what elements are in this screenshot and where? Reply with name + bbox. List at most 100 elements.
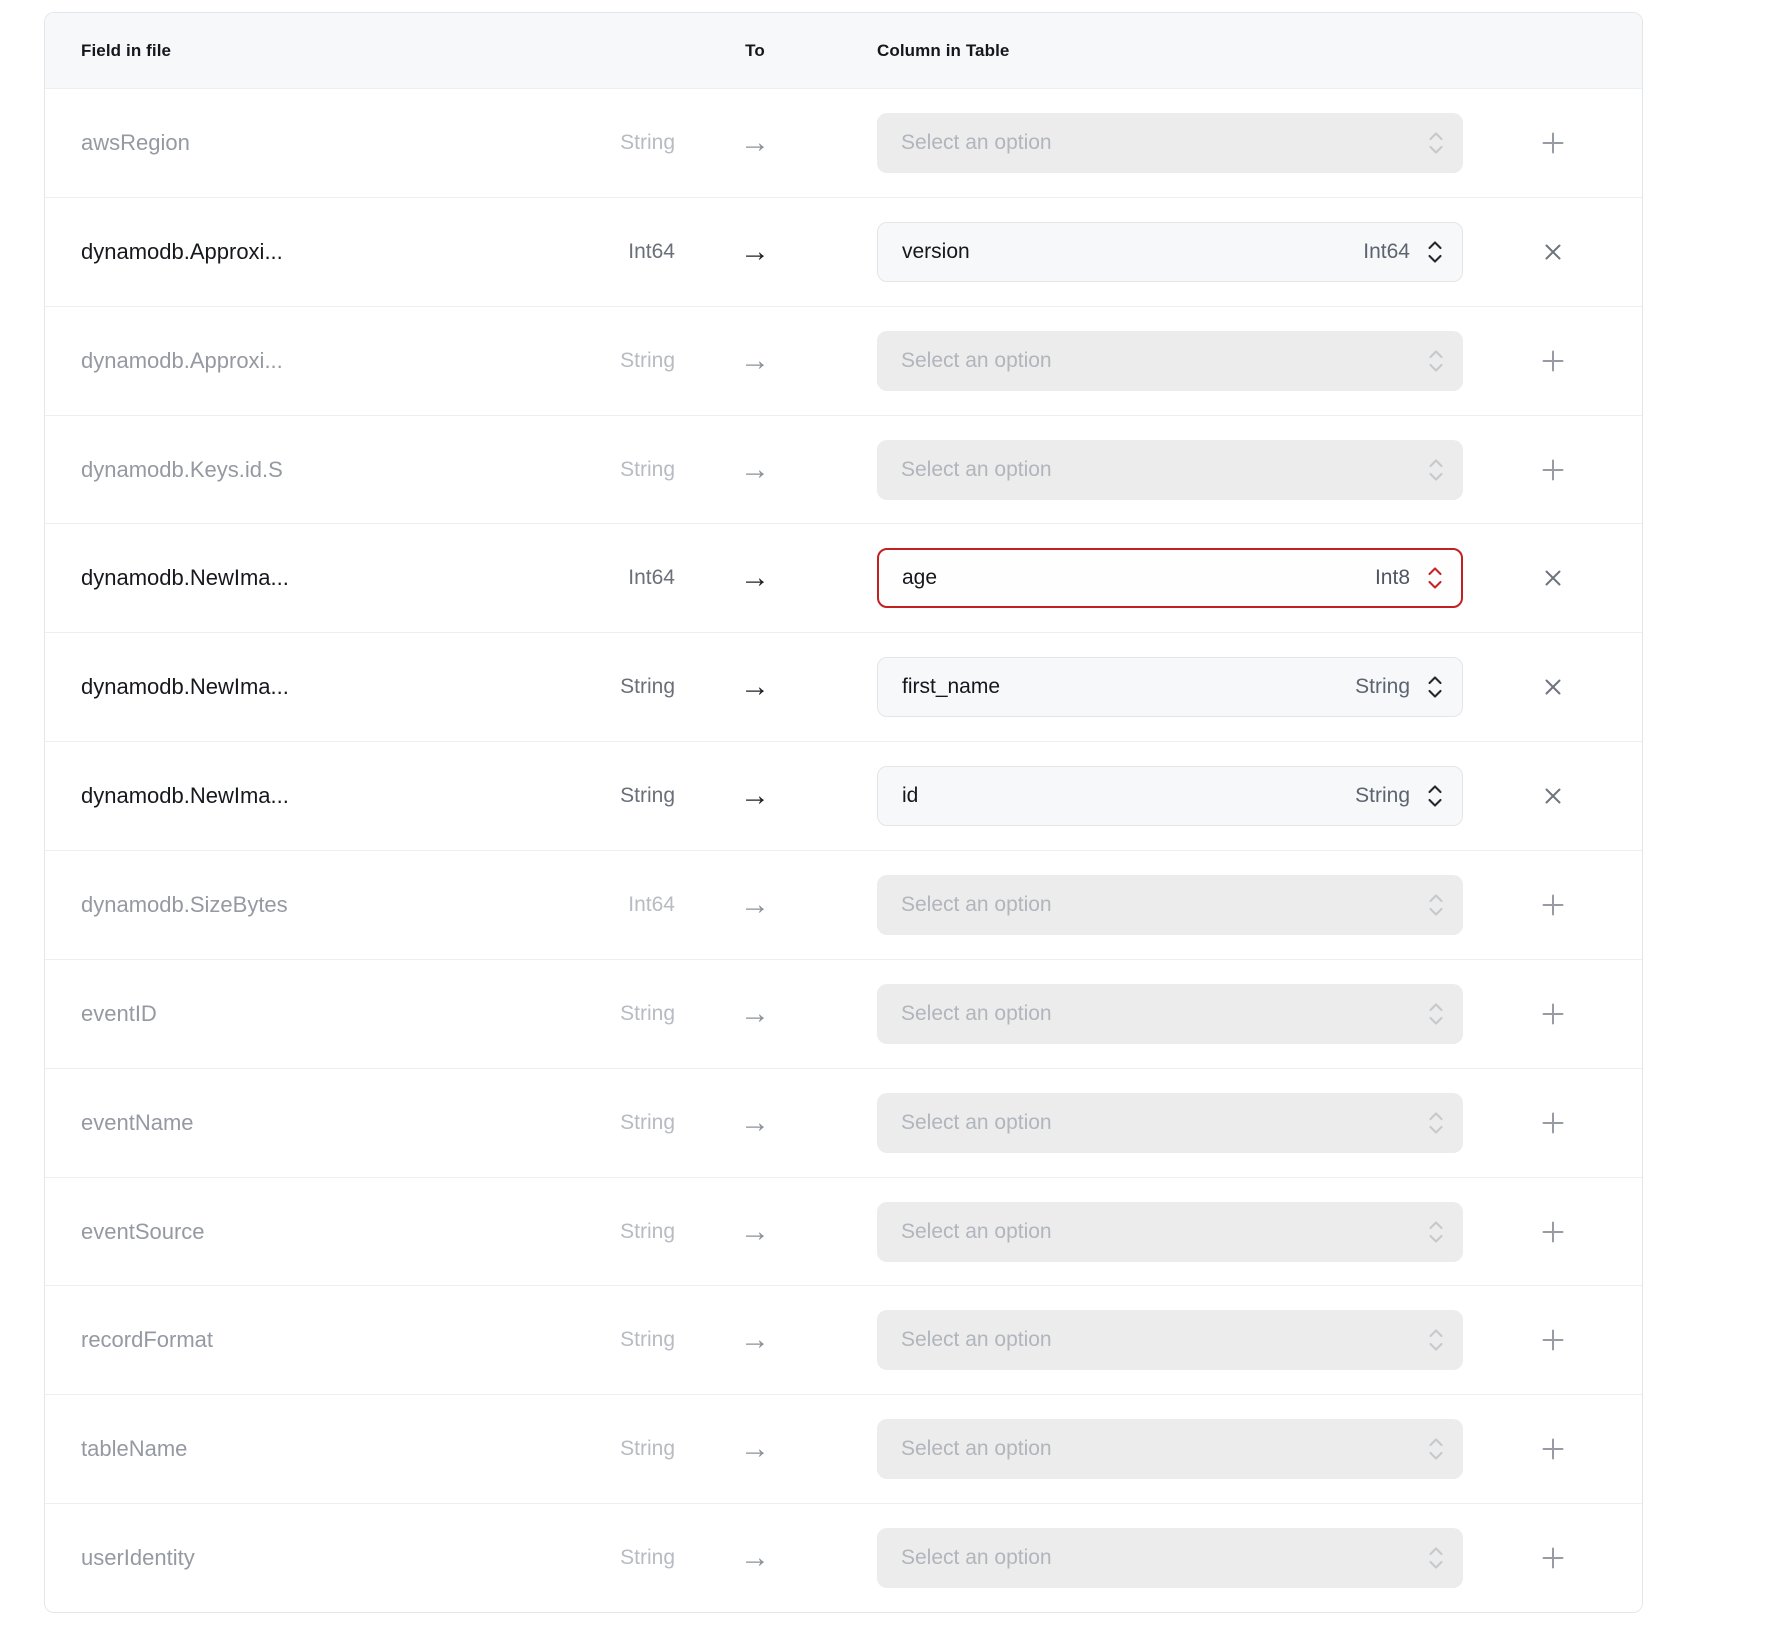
x-icon — [1540, 239, 1566, 265]
arrow-cell: → — [675, 888, 835, 922]
select-placeholder: Select an option — [901, 1546, 1427, 1570]
column-select[interactable]: Select an option — [877, 1202, 1463, 1262]
mapping-row: dynamodb.Approxi...String → Select an opti… — [45, 306, 1642, 415]
add-mapping-button[interactable] — [1531, 339, 1575, 383]
action-cell — [1463, 448, 1642, 492]
column-select[interactable]: Select an option — [877, 1310, 1463, 1370]
mapping-row: dynamodb.NewIma...String→first_nameStrin… — [45, 632, 1642, 741]
field-type: Int64 — [591, 240, 675, 264]
add-mapping-button[interactable] — [1531, 1427, 1575, 1471]
column-select[interactable]: Select an option — [877, 984, 1463, 1044]
plus-icon — [1539, 129, 1567, 157]
field-type: Int64 — [591, 566, 675, 590]
selected-column-type: String — [1355, 784, 1410, 808]
column-header-to: To — [675, 41, 835, 61]
select-cell: Select an option — [877, 1528, 1463, 1588]
plus-icon — [1539, 891, 1567, 919]
chevron-updown-icon — [1426, 564, 1444, 592]
select-cell: versionInt64 — [877, 222, 1463, 282]
selected-column-name: first_name — [902, 675, 1355, 699]
arrow-right-icon: → — [740, 453, 770, 487]
plus-icon — [1539, 1544, 1567, 1572]
mapping-row: eventSourceString→Select an option — [45, 1177, 1642, 1286]
column-select[interactable]: Select an option — [877, 440, 1463, 500]
mapping-row: dynamodb.NewIma...Int64→ ageInt8 — [45, 523, 1642, 632]
field-type: String — [591, 349, 675, 373]
column-select[interactable]: versionInt64 — [877, 222, 1463, 282]
remove-mapping-button[interactable] — [1531, 774, 1575, 818]
add-mapping-button[interactable] — [1531, 121, 1575, 165]
field-name: dynamodb.Approxi... — [81, 348, 591, 374]
x-icon — [1540, 783, 1566, 809]
table-header-row: Field in file To Column in Table — [45, 13, 1642, 88]
arrow-cell: → — [675, 670, 835, 704]
remove-mapping-button[interactable] — [1531, 230, 1575, 274]
field-type: String — [591, 675, 675, 699]
add-mapping-button[interactable] — [1531, 1101, 1575, 1145]
arrow-cell: → — [675, 126, 835, 160]
mapping-row: dynamodb.Keys.id.SString→Select an optio… — [45, 415, 1642, 524]
field-name: userIdentity — [81, 1545, 591, 1571]
add-mapping-button[interactable] — [1531, 1318, 1575, 1362]
mapping-row: eventNameString→Select an option — [45, 1068, 1642, 1177]
field-name: tableName — [81, 1436, 591, 1462]
mapping-row: dynamodb.Approxi...Int64→versionInt64 — [45, 197, 1642, 306]
select-placeholder: Select an option — [901, 1002, 1427, 1026]
arrow-cell: → — [675, 453, 835, 487]
column-select[interactable]: Select an option — [877, 1528, 1463, 1588]
select-cell: idString — [877, 766, 1463, 826]
field-name: dynamodb.NewIma... — [81, 565, 591, 591]
action-cell — [1463, 121, 1642, 165]
field-name: recordFormat — [81, 1327, 591, 1353]
arrow-cell: → — [675, 561, 835, 595]
action-cell — [1463, 1536, 1642, 1580]
arrow-cell: → — [675, 1106, 835, 1140]
action-cell — [1463, 665, 1642, 709]
selected-column-type: String — [1355, 675, 1410, 699]
chevron-updown-icon — [1427, 1435, 1445, 1463]
arrow-right-icon: → — [740, 126, 770, 160]
add-mapping-button[interactable] — [1531, 1536, 1575, 1580]
field-type: Int64 — [591, 893, 675, 917]
column-select[interactable]: Select an option — [877, 1093, 1463, 1153]
mapping-row: tableNameString→ Select an option — [45, 1394, 1642, 1503]
field-type: String — [591, 1220, 675, 1244]
chevron-updown-icon — [1427, 891, 1445, 919]
action-cell — [1463, 1427, 1642, 1471]
field-name: eventName — [81, 1110, 591, 1136]
remove-mapping-button[interactable] — [1531, 665, 1575, 709]
select-cell: Select an option — [877, 1419, 1463, 1479]
arrow-right-icon: → — [740, 344, 770, 378]
column-select[interactable]: first_nameString — [877, 657, 1463, 717]
column-select[interactable]: idString — [877, 766, 1463, 826]
field-type: String — [591, 1437, 675, 1461]
add-mapping-button[interactable] — [1531, 992, 1575, 1036]
arrow-right-icon: → — [740, 1106, 770, 1140]
arrow-right-icon: → — [740, 779, 770, 813]
field-name: dynamodb.Keys.id.S — [81, 457, 591, 483]
action-cell — [1463, 556, 1642, 600]
add-mapping-button[interactable] — [1531, 1210, 1575, 1254]
select-cell: ageInt8 — [877, 548, 1463, 608]
chevron-updown-icon — [1426, 238, 1444, 266]
column-select[interactable]: Select an option — [877, 113, 1463, 173]
column-select[interactable]: ageInt8 — [877, 548, 1463, 608]
selected-column-type: Int8 — [1375, 566, 1410, 590]
field-name: dynamodb.Approxi... — [81, 239, 591, 265]
field-name: eventID — [81, 1001, 591, 1027]
add-mapping-button[interactable] — [1531, 448, 1575, 492]
field-type: String — [591, 1546, 675, 1570]
remove-mapping-button[interactable] — [1531, 556, 1575, 600]
column-select[interactable]: Select an option — [877, 875, 1463, 935]
chevron-updown-icon — [1427, 1544, 1445, 1572]
select-cell: Select an option — [877, 1093, 1463, 1153]
arrow-cell: → — [675, 1432, 835, 1466]
action-cell — [1463, 339, 1642, 383]
select-placeholder: Select an option — [901, 893, 1427, 917]
select-cell: Select an option — [877, 113, 1463, 173]
add-mapping-button[interactable] — [1531, 883, 1575, 927]
field-name: eventSource — [81, 1219, 591, 1245]
column-select[interactable]: Select an option — [877, 1419, 1463, 1479]
select-placeholder: Select an option — [901, 349, 1427, 373]
column-select[interactable]: Select an option — [877, 331, 1463, 391]
